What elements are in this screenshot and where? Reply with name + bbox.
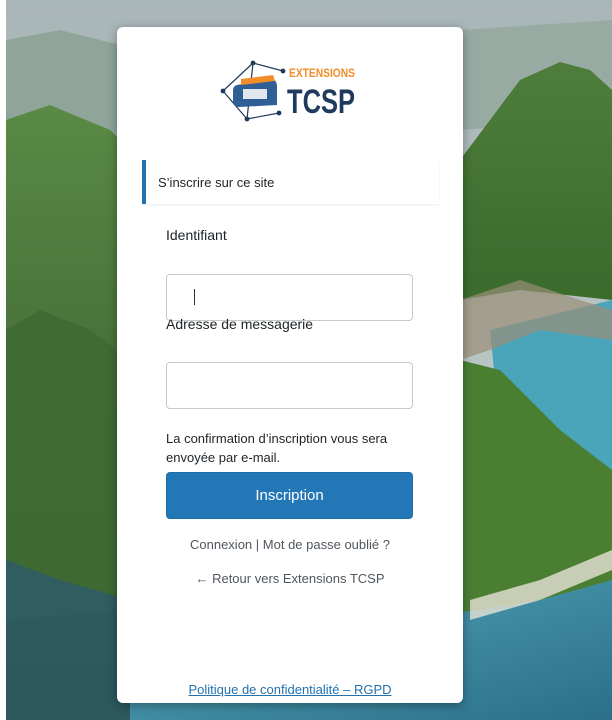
login-link[interactable]: Connexion [190, 537, 252, 552]
privacy-policy: Politique de confidentialité – RGPD [117, 682, 463, 697]
back-to-site-label: Retour vers Extensions TCSP [212, 571, 385, 586]
privacy-policy-link[interactable]: Politique de confidentialité – RGPD [188, 682, 391, 697]
nav-separator: | [255, 537, 263, 552]
back-to-site: ← Retour vers Extensions TCSP [117, 571, 463, 586]
register-notice: S’inscrire sur ce site [142, 160, 439, 204]
extensions-tcsp-logo: EXTENSIONS TCSP [220, 60, 355, 122]
username-label: Identifiant [166, 227, 227, 243]
lost-password-link[interactable]: Mot de passe oublié ? [263, 537, 390, 552]
back-arrow-icon: ← [195, 571, 213, 586]
register-button[interactable]: Inscription [166, 472, 413, 519]
logo-tcsp-text: TCSP [287, 83, 355, 121]
register-notice-text: S’inscrire sur ce site [158, 174, 275, 190]
registration-card: EXTENSIONS TCSP S’inscrire sur ce site I… [117, 27, 463, 703]
login-links: Connexion | Mot de passe oublié ? [117, 537, 463, 552]
email-input[interactable] [166, 362, 413, 409]
email-label: Adresse de messagerie [166, 316, 314, 332]
registration-hint: La confirmation d’inscription vous sera … [166, 431, 388, 465]
logo-extensions-text: EXTENSIONS [289, 66, 355, 80]
username-input[interactable] [166, 274, 413, 321]
back-to-site-link[interactable]: ← Retour vers Extensions TCSP [195, 571, 384, 586]
